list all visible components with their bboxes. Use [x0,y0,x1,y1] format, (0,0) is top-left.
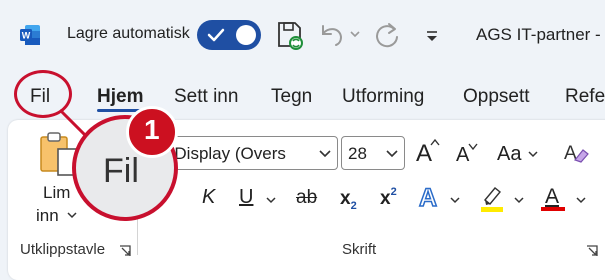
caret-down-icon [468,143,478,150]
dialog-launcher-icon[interactable] [586,245,598,257]
subscript-label: x [340,188,351,209]
chevron-down-icon[interactable] [514,196,524,204]
toggle-knob [236,25,256,45]
superscript-label: x [380,188,391,209]
font-color-button[interactable]: A [545,185,559,209]
undo-icon[interactable] [318,22,346,48]
chevron-down-icon[interactable] [349,29,361,39]
save-icon[interactable] [276,20,304,50]
autosave-label: Lagre automatisk [67,25,190,42]
underline-button[interactable]: U [239,186,253,209]
chevron-down-icon [386,150,398,158]
tab-references[interactable]: Refer [565,86,605,108]
tab-draw[interactable]: Tegn [271,86,312,108]
chevron-down-icon[interactable] [528,150,538,158]
magnified-file-label: Fil [103,152,139,190]
clipboard-group-label: Utklippstavle [20,241,106,258]
tab-layout[interactable]: Oppsett [463,86,530,108]
check-icon [207,28,225,42]
dialog-launcher-icon[interactable] [119,245,131,257]
paste-label-2[interactable]: inn [36,206,59,226]
change-case-button[interactable]: Aa [497,143,521,166]
font-size-value: 28 [348,144,367,163]
font-group-label: Skrift [342,241,377,258]
tab-design[interactable]: Utforming [342,86,424,108]
text-effects-button[interactable]: A [418,183,438,213]
superscript-button[interactable]: x2 [380,186,397,210]
autosave-toggle[interactable] [197,20,261,50]
strikethrough-button[interactable]: ab [296,187,317,209]
chevron-down-icon[interactable] [450,196,460,204]
customize-toolbar-icon[interactable] [424,29,440,43]
chevron-down-icon[interactable] [576,196,586,204]
chevron-down-icon [319,150,331,158]
svg-text:A: A [564,143,577,164]
subscript-mark: 2 [350,200,357,212]
highlighter-icon[interactable] [479,184,505,212]
chevron-down-icon[interactable] [67,211,77,219]
chevron-down-icon[interactable] [266,196,276,204]
caret-up-icon [430,138,440,146]
paste-label[interactable]: Lim [43,183,70,203]
redo-icon[interactable] [372,21,402,51]
step-number: 1 [144,114,160,145]
document-title[interactable]: AGS IT-partner - [476,25,601,45]
subscript-button[interactable]: x2 [340,188,357,212]
italic-button[interactable]: K [202,186,215,209]
title-bar: W Lagre automatisk AGS IT-partner - [0,0,605,68]
svg-text:W: W [22,31,31,41]
tab-insert[interactable]: Sett inn [174,86,238,108]
tab-home[interactable]: Hjem [97,86,143,108]
word-logo-icon[interactable]: W [19,24,41,46]
clear-formatting-icon[interactable]: A [563,140,589,166]
font-size-dropdown[interactable]: 28 [341,136,405,170]
font-color-swatch [541,207,565,211]
superscript-mark: 2 [390,186,397,198]
